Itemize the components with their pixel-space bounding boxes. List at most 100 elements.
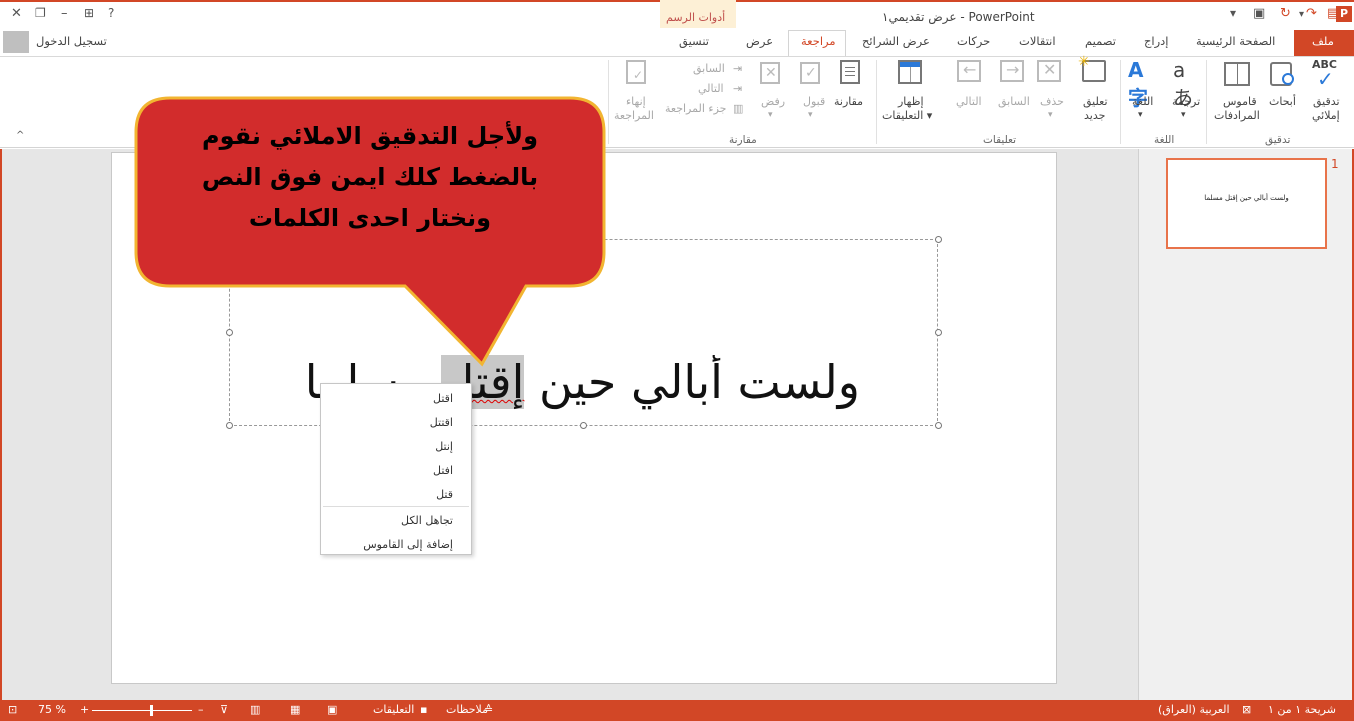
language-dropdown-icon[interactable]: ▾: [1138, 108, 1143, 122]
ribbon-tabs: تسجيل الدخول تنسيق عرض مراجعة عرض الشرائ…: [0, 28, 1354, 57]
tab-design[interactable]: تصميم: [1085, 34, 1116, 48]
show-comments-button-line2[interactable]: التعليقات ▾: [882, 109, 932, 123]
tab-review[interactable]: مراجعة: [801, 34, 836, 48]
slideshow-view-icon[interactable]: ⊽: [220, 703, 228, 716]
help-icon[interactable]: ?: [108, 6, 114, 20]
suggestion-item[interactable]: اقتل: [433, 392, 453, 405]
new-comment-icon: ✳: [1078, 54, 1106, 82]
resize-handle[interactable]: [226, 422, 233, 429]
tab-animations[interactable]: حركات: [957, 34, 990, 48]
undo-icon[interactable]: ↷: [1306, 6, 1317, 21]
minimize-icon[interactable]: –: [61, 6, 68, 21]
tab-view[interactable]: عرض: [746, 34, 773, 48]
reject-button[interactable]: رفض: [761, 95, 785, 109]
group-divider: [876, 60, 877, 144]
translate-dropdown-icon[interactable]: ▾: [1181, 108, 1186, 122]
previous-change-button[interactable]: السابق: [693, 62, 725, 76]
tab-slideshow[interactable]: عرض الشرائح: [862, 34, 930, 48]
compare-icon: [840, 60, 860, 84]
menu-divider: [323, 506, 469, 507]
end-review-icon: ✓: [626, 60, 646, 84]
spelling-button-line2[interactable]: إملائي: [1312, 109, 1340, 123]
group-proofing-label: تدقيق: [1265, 134, 1291, 146]
group-divider: [1120, 60, 1121, 144]
spelling-button[interactable]: تدقيق: [1313, 95, 1340, 109]
show-comments-button[interactable]: إظهار: [898, 95, 924, 109]
slide-counter: شريحة ١ من ١: [1268, 703, 1336, 716]
thesaurus-button-line2[interactable]: المرادفات: [1214, 109, 1260, 123]
previous-comment-button[interactable]: السابق: [998, 95, 1030, 109]
reject-dropdown-icon[interactable]: ▾: [768, 108, 773, 122]
proofing-icon[interactable]: ⊠: [1242, 703, 1251, 716]
close-icon[interactable]: ✕: [11, 6, 22, 21]
tab-transitions[interactable]: انتقالات: [1019, 34, 1056, 48]
signin-link[interactable]: تسجيل الدخول: [36, 34, 107, 48]
tab-home[interactable]: الصفحة الرئيسية: [1196, 34, 1275, 48]
research-icon: [1270, 62, 1294, 86]
group-comments-label: تعليقات: [983, 134, 1017, 146]
previous-comment-icon: →: [1000, 60, 1024, 82]
previous-change-icon: ⇥: [733, 62, 743, 75]
compare-button[interactable]: مقارنة: [834, 95, 863, 109]
tab-file[interactable]: ملف: [1312, 34, 1334, 48]
add-to-dictionary-item[interactable]: إضافة إلى القاموس: [363, 538, 453, 551]
slide-thumbnail[interactable]: ولست أبالي حين إقتل مسلما: [1166, 158, 1327, 249]
accept-dropdown-icon[interactable]: ▾: [808, 108, 813, 122]
group-language-label: اللغة: [1154, 134, 1175, 146]
thumbnail-text: ولست أبالي حين إقتل مسلما: [1204, 194, 1289, 202]
translate-icon: aあ: [1173, 58, 1193, 110]
fit-to-window-icon[interactable]: ⊡: [8, 703, 17, 716]
tab-format[interactable]: تنسيق: [679, 34, 709, 48]
zoom-in-icon[interactable]: +: [80, 703, 89, 716]
zoom-level[interactable]: 75 %: [38, 703, 66, 716]
language-button[interactable]: اللغة: [1132, 95, 1153, 109]
restore-icon[interactable]: ❐: [35, 6, 46, 20]
reading-view-icon[interactable]: ▥: [250, 703, 260, 716]
end-review-button-line2[interactable]: المراجعة: [614, 109, 654, 123]
normal-view-icon[interactable]: ▣: [327, 703, 337, 716]
delete-comment-button[interactable]: حذف: [1040, 95, 1064, 109]
thesaurus-icon: [1224, 62, 1250, 86]
new-comment-button[interactable]: تعليق: [1083, 95, 1108, 109]
accept-icon: ✓: [800, 62, 820, 84]
comments-button[interactable]: التعليقات: [373, 703, 414, 716]
slideshow-icon[interactable]: ▣: [1253, 6, 1265, 21]
tab-insert[interactable]: إدراج: [1144, 34, 1169, 48]
notes-button[interactable]: ملاحظات: [446, 703, 488, 716]
resize-handle[interactable]: [580, 422, 587, 429]
suggestion-item[interactable]: افتل: [433, 464, 453, 477]
resize-handle[interactable]: [935, 422, 942, 429]
suggestion-item[interactable]: اقتتل: [430, 416, 453, 429]
callout-line: ولأجل التدقيق الاملائي نقوم: [201, 122, 538, 150]
redo-icon[interactable]: ↻: [1280, 6, 1291, 21]
zoom-out-icon[interactable]: –: [198, 703, 204, 716]
research-button[interactable]: أبحاث: [1269, 95, 1296, 109]
undo-dropdown-icon[interactable]: ▾: [1299, 9, 1304, 20]
zoom-slider[interactable]: [92, 710, 192, 711]
reviewing-pane-button[interactable]: جزء المراجعة: [665, 102, 726, 116]
zoom-slider-thumb[interactable]: [150, 705, 153, 716]
delete-dropdown-icon[interactable]: ▾: [1048, 108, 1053, 122]
spelling-context-menu: اقتل اقتتل إنتل افتل قتل تجاهل الكل إضاف…: [320, 383, 472, 555]
language-icon: A字: [1128, 58, 1148, 110]
new-comment-button-line2[interactable]: جديد: [1084, 109, 1105, 123]
collapse-ribbon-icon[interactable]: ^: [16, 130, 24, 141]
resize-handle[interactable]: [935, 329, 942, 336]
slide-sorter-icon[interactable]: ▦: [290, 703, 300, 716]
next-change-icon: ⇥: [733, 82, 743, 95]
language-status[interactable]: العربية (العراق): [1158, 703, 1230, 716]
context-tab-group-label: أدوات الرسم: [666, 11, 726, 24]
suggestion-item[interactable]: إنتل: [435, 440, 453, 453]
resize-handle[interactable]: [935, 236, 942, 243]
end-review-button[interactable]: إنهاء: [626, 95, 646, 109]
ignore-all-item[interactable]: تجاهل الكل: [401, 514, 453, 527]
next-comment-button[interactable]: التالي: [956, 95, 982, 109]
thesaurus-button[interactable]: قاموس: [1223, 95, 1257, 109]
suggestion-item[interactable]: قتل: [436, 488, 453, 501]
next-change-button[interactable]: التالي: [698, 82, 724, 96]
callout-line: بالضغط كلك ايمن فوق النص: [201, 163, 539, 191]
accept-button[interactable]: قبول: [803, 95, 825, 109]
customize-qat-icon[interactable]: ▾: [1230, 6, 1236, 20]
ribbon-display-icon[interactable]: ⊞: [84, 6, 94, 20]
translate-button[interactable]: ترجمة: [1172, 95, 1200, 109]
